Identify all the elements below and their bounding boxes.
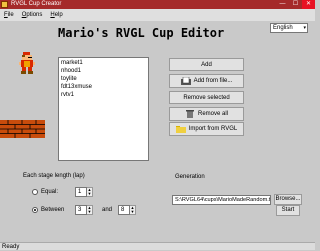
folder-doc-icon bbox=[180, 77, 191, 85]
list-item[interactable]: nhood1 bbox=[61, 67, 146, 75]
title-bar: RVGL Cup Creator — ☐ ✕ bbox=[0, 0, 315, 9]
add-button[interactable]: Add bbox=[169, 58, 244, 71]
import-from-rvgl-button[interactable]: Import from RVGL bbox=[169, 122, 244, 136]
between-label: Between bbox=[41, 207, 65, 213]
remove-all-label: Remove all bbox=[197, 111, 228, 117]
page-title: Mario's RVGL Cup Editor bbox=[58, 26, 225, 40]
output-path-field[interactable]: S:\RVGL64\cups\MarioMadeRandom.tx bbox=[172, 195, 271, 205]
menu-help[interactable]: Help bbox=[46, 9, 66, 21]
maximize-button[interactable]: ☐ bbox=[289, 0, 302, 9]
start-button[interactable]: Start bbox=[276, 205, 300, 216]
list-item[interactable]: rvtv1 bbox=[61, 91, 146, 99]
equal-label: Equal: bbox=[41, 189, 59, 195]
import-label: Import from RVGL bbox=[188, 126, 238, 132]
and-label: and bbox=[102, 207, 113, 213]
add-label: Add bbox=[201, 61, 212, 68]
browse-button[interactable]: Browse... bbox=[274, 194, 302, 205]
language-dropdown[interactable]: English ▾ bbox=[270, 23, 308, 33]
mario-sprite-icon bbox=[19, 52, 35, 74]
stage-length-heading: Each stage length (lap) bbox=[23, 173, 85, 179]
between-radio[interactable] bbox=[32, 207, 38, 213]
between-max-stepper[interactable]: 8 ▲ ▼ bbox=[118, 205, 136, 215]
remove-selected-label: Remove selected bbox=[183, 94, 230, 101]
list-item[interactable]: market1 bbox=[61, 59, 146, 67]
menu-bar: File Options Help bbox=[0, 9, 315, 21]
generation-heading: Generation bbox=[175, 174, 205, 180]
add-from-file-label: Add from file... bbox=[193, 78, 233, 84]
close-button[interactable]: ✕ bbox=[302, 0, 315, 9]
menu-options[interactable]: Options bbox=[18, 9, 47, 21]
add-from-file-button[interactable]: Add from file... bbox=[169, 74, 244, 88]
stepper-arrows-icon[interactable]: ▲ ▼ bbox=[87, 187, 93, 197]
track-list[interactable]: market1 nhood1 toylite fdt13xmuse rvtv1 bbox=[58, 57, 149, 161]
between-max-value[interactable]: 8 bbox=[118, 205, 130, 215]
brick-blocks-icon bbox=[0, 120, 45, 138]
status-bar: Ready bbox=[0, 242, 315, 250]
equal-radio[interactable] bbox=[32, 189, 38, 195]
equal-stepper[interactable]: 1 ▲ ▼ bbox=[75, 187, 93, 197]
chevron-down-icon: ▾ bbox=[303, 25, 306, 31]
trash-icon bbox=[185, 110, 194, 118]
list-item[interactable]: fdt13xmuse bbox=[61, 83, 146, 91]
minimize-button[interactable]: — bbox=[276, 0, 289, 9]
window-title: RVGL Cup Creator bbox=[11, 1, 62, 7]
app-icon bbox=[1, 1, 8, 8]
equal-value[interactable]: 1 bbox=[75, 187, 87, 197]
remove-selected-button[interactable]: Remove selected bbox=[169, 91, 244, 104]
folder-icon bbox=[175, 126, 186, 133]
stepper-arrows-icon[interactable]: ▲ ▼ bbox=[130, 205, 136, 215]
between-min-value[interactable]: 3 bbox=[75, 205, 87, 215]
stepper-arrows-icon[interactable]: ▲ ▼ bbox=[87, 205, 93, 215]
remove-all-button[interactable]: Remove all bbox=[169, 107, 244, 121]
menu-file[interactable]: File bbox=[0, 9, 18, 21]
between-min-stepper[interactable]: 3 ▲ ▼ bbox=[75, 205, 93, 215]
list-item[interactable]: toylite bbox=[61, 75, 146, 83]
